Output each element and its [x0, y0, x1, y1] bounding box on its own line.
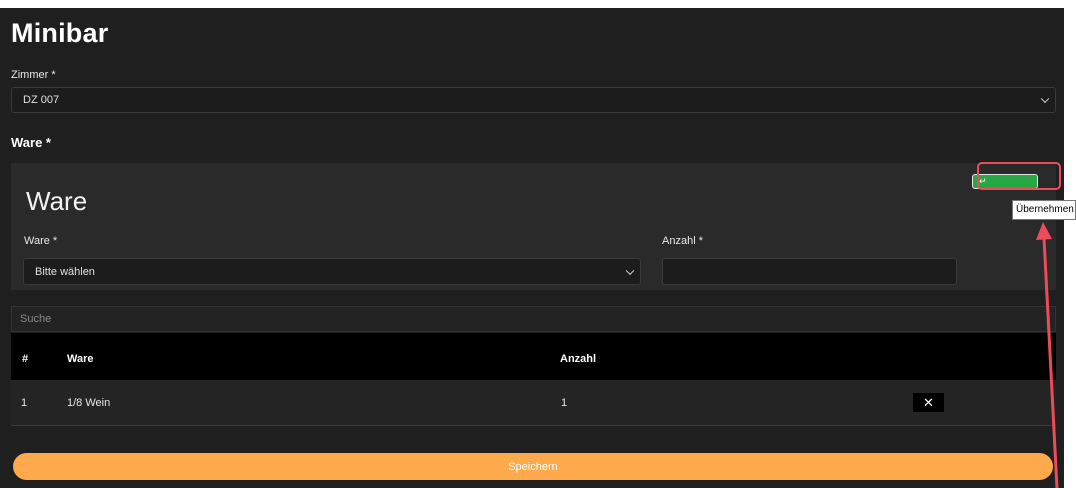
- column-header-number: #: [22, 353, 29, 365]
- table-header: # Ware Anzahl: [11, 333, 1056, 380]
- apply-button[interactable]: ↵: [972, 174, 1038, 189]
- table-row: 1 1/8 Wein 1 ✕: [11, 380, 1056, 426]
- apply-tooltip: Übernehmen: [1012, 200, 1076, 220]
- delete-row-button[interactable]: ✕: [913, 393, 944, 412]
- save-button-label: Speichern: [508, 460, 558, 473]
- row-anzahl: 1: [561, 397, 568, 409]
- app-window: Minibar Zimmer * DZ 007 Ware * Ware Ware…: [0, 8, 1064, 488]
- column-header-anzahl: Anzahl: [560, 353, 597, 365]
- row-number: 1: [21, 397, 28, 409]
- row-ware: 1/8 Wein: [67, 397, 111, 409]
- room-select[interactable]: DZ 007: [11, 87, 1056, 113]
- chevron-down-icon: [625, 266, 635, 275]
- ware-section-label: Ware *: [11, 135, 51, 150]
- ware-select[interactable]: Bitte wählen: [23, 258, 641, 285]
- room-label: Zimmer *: [11, 69, 56, 81]
- return-arrow-icon: ↵: [979, 176, 987, 186]
- column-header-ware: Ware: [67, 353, 94, 365]
- search-placeholder: Suche: [20, 313, 52, 325]
- ware-card: Ware Ware * Bitte wählen Anzahl * ↵: [11, 163, 1056, 290]
- chevron-down-icon: [1040, 94, 1050, 104]
- room-select-value: DZ 007: [23, 94, 60, 106]
- anzahl-input[interactable]: [662, 258, 957, 285]
- save-button[interactable]: Speichern: [13, 453, 1053, 480]
- ware-label: Ware *: [24, 235, 58, 247]
- search-input[interactable]: Suche: [11, 306, 1056, 332]
- close-icon: ✕: [923, 394, 934, 410]
- ware-select-value: Bitte wählen: [35, 265, 95, 278]
- page-title: Minibar: [11, 18, 109, 48]
- anzahl-label: Anzahl *: [662, 235, 703, 247]
- ware-card-title: Ware: [26, 186, 88, 216]
